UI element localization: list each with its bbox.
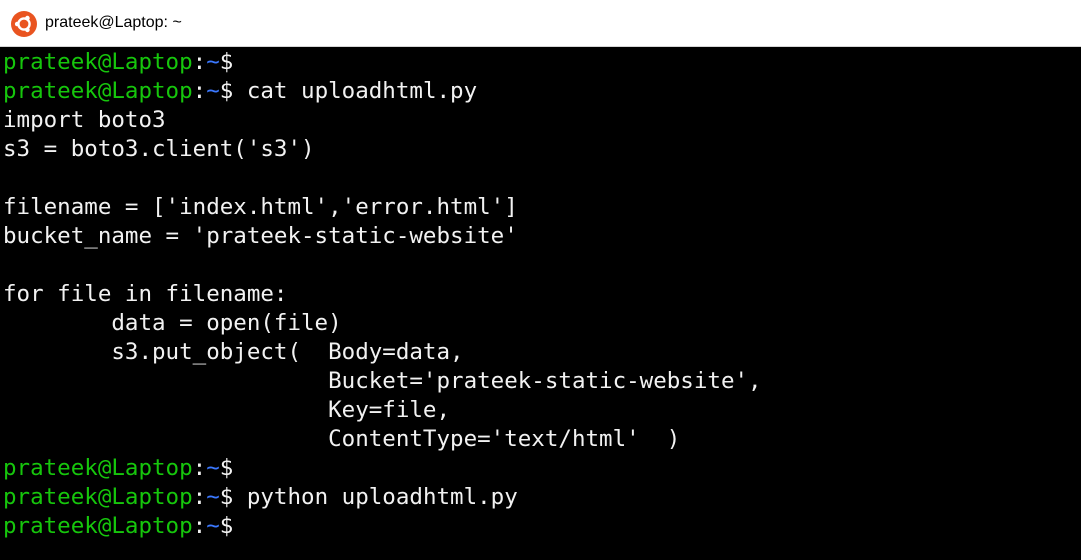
prompt-line: prateek@Laptop:~$ cat uploadhtml.py — [3, 77, 1081, 106]
prompt-user-host: prateek@Laptop — [3, 78, 193, 104]
prompt-colon: : — [192, 455, 207, 481]
prompt-user-host: prateek@Laptop — [3, 513, 193, 539]
prompt-user-host: prateek@Laptop — [3, 455, 193, 481]
command-text: cat uploadhtml.py — [233, 78, 478, 104]
prompt-line: prateek@Laptop:~$ — [3, 454, 1081, 483]
prompt-line: prateek@Laptop:~$ — [3, 48, 1081, 77]
prompt-colon: : — [192, 513, 207, 539]
output-line: data = open(file) — [3, 310, 342, 336]
prompt-colon: : — [192, 49, 207, 75]
prompt-symbol: $ — [219, 484, 234, 510]
prompt-colon: : — [192, 78, 207, 104]
output-line: Key=file, — [3, 397, 451, 423]
output-line: ContentType='text/html' ) — [3, 426, 681, 452]
prompt-path: ~ — [206, 78, 220, 104]
ubuntu-icon[interactable] — [11, 11, 37, 37]
prompt-path: ~ — [206, 513, 220, 539]
prompt-symbol: $ — [219, 49, 234, 75]
title-bar[interactable]: prateek@Laptop: ~ — [0, 0, 1081, 47]
prompt-symbol: $ — [219, 78, 234, 104]
output-line: s3 = boto3.client('s3') — [3, 136, 315, 162]
output-line: import boto3 — [3, 107, 166, 133]
prompt-symbol: $ — [219, 455, 234, 481]
prompt-line: prateek@Laptop:~$ — [3, 512, 1081, 541]
prompt-path: ~ — [206, 455, 220, 481]
output-line: for file in filename: — [3, 281, 288, 307]
output-line: bucket_name = 'prateek-static-website' — [3, 223, 518, 249]
prompt-path: ~ — [206, 484, 220, 510]
output-line: Bucket='prateek-static-website', — [3, 368, 762, 394]
command-text: python uploadhtml.py — [233, 484, 518, 510]
output-line: filename = ['index.html','error.html'] — [3, 194, 518, 220]
terminal-output[interactable]: prateek@Laptop:~$ prateek@Laptop:~$ cat … — [0, 47, 1081, 560]
prompt-symbol: $ — [219, 513, 234, 539]
prompt-line: prateek@Laptop:~$ python uploadhtml.py — [3, 483, 1081, 512]
prompt-path: ~ — [206, 49, 220, 75]
window-title: prateek@Laptop: ~ — [45, 14, 182, 31]
prompt-user-host: prateek@Laptop — [3, 49, 193, 75]
output-line: s3.put_object( Body=data, — [3, 339, 464, 365]
terminal-window: prateek@Laptop: ~ prateek@Laptop:~$ prat… — [0, 0, 1081, 560]
prompt-user-host: prateek@Laptop — [3, 484, 193, 510]
prompt-colon: : — [192, 484, 207, 510]
